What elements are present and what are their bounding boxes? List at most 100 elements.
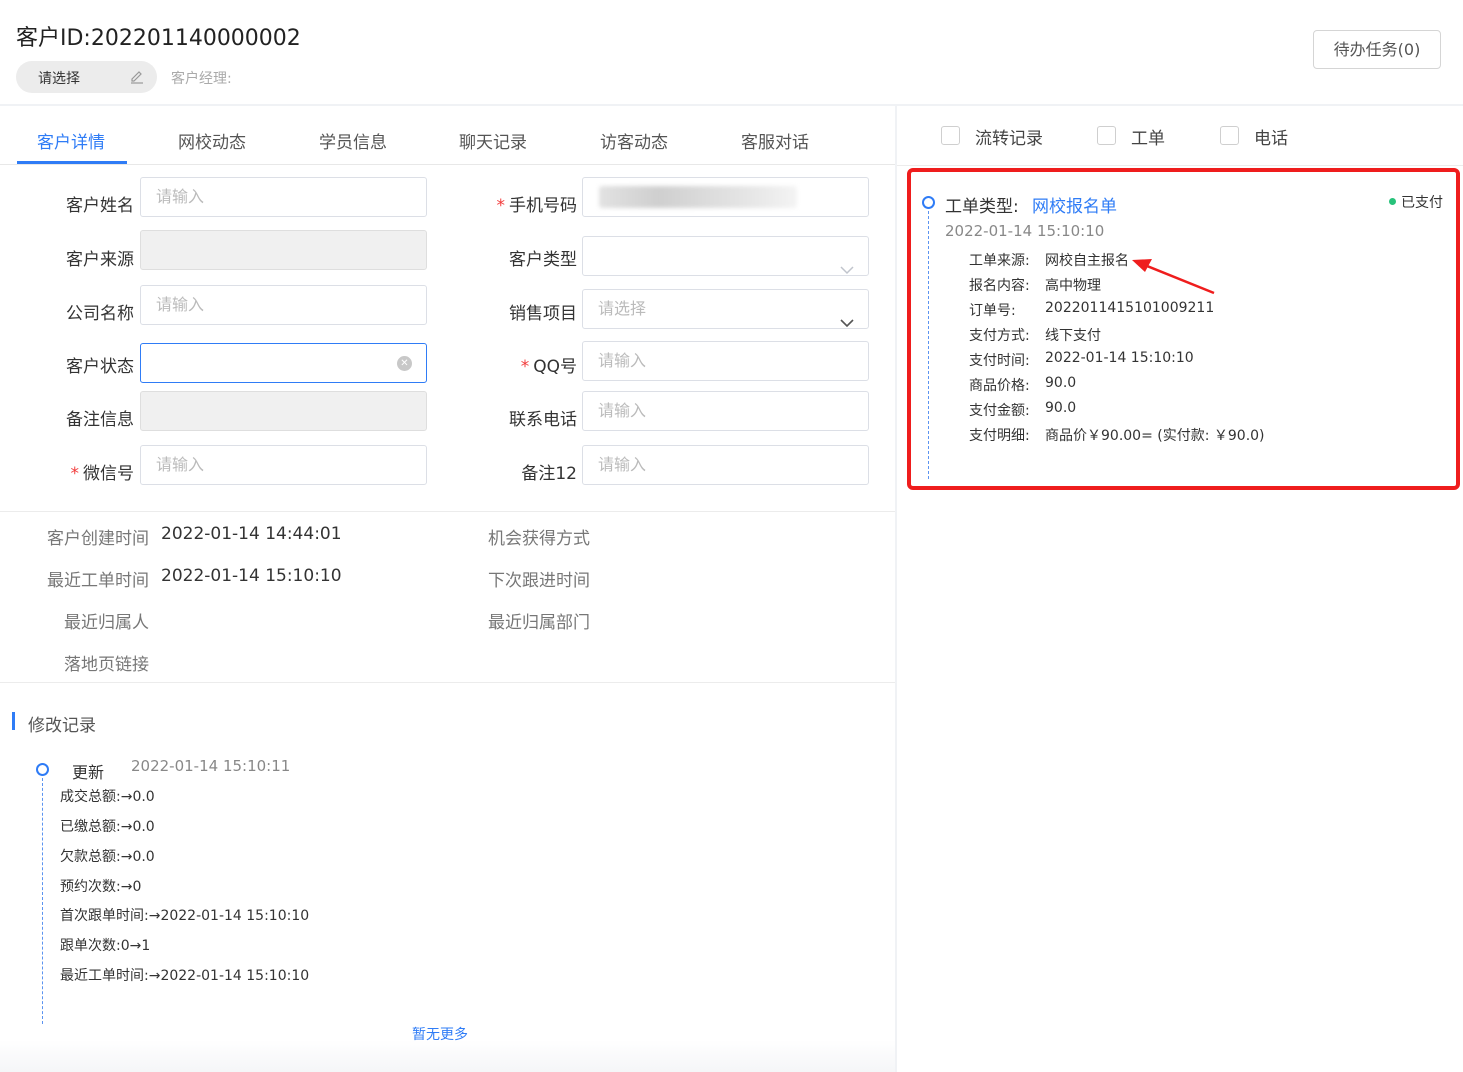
remark12-input[interactable]: 请输入 [582, 445, 869, 485]
form-label-remark12: 备注12 [521, 464, 577, 484]
filter-transfer-label[interactable]: 流转记录 [975, 124, 1043, 149]
detail-key: 支付方式: [969, 328, 1030, 344]
chevron-down-icon [840, 251, 854, 289]
remark-info-input [140, 391, 427, 431]
history-item: 预约次数:→0 [60, 879, 142, 895]
tab-visitor-activity[interactable]: 访客动态 [600, 128, 668, 153]
filter-work-order-checkbox[interactable] [1097, 126, 1116, 145]
phone-input[interactable] [582, 177, 869, 217]
detail-key: 支付金额: [969, 403, 1030, 419]
work-order-type-link[interactable]: 网校报名单 [1032, 192, 1117, 217]
detail-value: 2022011415101009211 [1045, 300, 1215, 316]
history-item: 跟单次数:0→1 [60, 938, 151, 954]
customer-select-pill[interactable]: 请选择 [16, 61, 157, 93]
header-divider [0, 104, 1463, 106]
form-label-phone: * 手机号码 [496, 196, 578, 216]
tab-student-info[interactable]: 学员信息 [319, 128, 387, 153]
form-label-wechat: * 微信号 [70, 464, 135, 484]
history-entry-time: 2022-01-14 15:10:11 [131, 757, 291, 775]
company-name-input[interactable]: 请输入 [140, 285, 427, 325]
opportunity-source-label: 机会获得方式 [488, 529, 590, 549]
contact-phone-input[interactable]: 请输入 [582, 391, 869, 431]
timeline-line [42, 778, 43, 1024]
customer-manager-label: 客户经理: [171, 71, 232, 87]
sales-project-placeholder: 请选择 [598, 299, 647, 318]
next-follow-time-label: 下次跟进时间 [488, 571, 590, 591]
history-item: 最近工单时间:→2022-01-14 15:10:10 [60, 968, 310, 984]
pencil-icon[interactable] [129, 68, 145, 88]
column-divider [895, 104, 897, 1072]
work-order-time: 2022-01-14 15:10:10 [945, 222, 1105, 240]
tab-chat-records[interactable]: 聊天记录 [459, 128, 527, 153]
form-label-name: 客户姓名 [66, 196, 134, 216]
customer-status-input[interactable]: ✕ [140, 343, 427, 383]
no-more-link[interactable]: 暂无更多 [412, 1024, 468, 1044]
tab-customer-detail[interactable]: 客户详情 [37, 128, 105, 153]
history-entry-type: 更新 [72, 763, 105, 782]
customer-id-title: 客户ID:202201140000002 [16, 26, 301, 51]
tab-service-dialog[interactable]: 客服对话 [741, 128, 809, 153]
form-label-company: 公司名称 [66, 304, 134, 324]
detail-value: 线下支付 [1045, 328, 1101, 344]
select-pill-label: 请选择 [38, 71, 80, 87]
detail-key: 商品价格: [969, 378, 1030, 394]
detail-key: 报名内容: [969, 278, 1030, 294]
detail-key: 订单号: [969, 303, 1016, 319]
tab-school-activity[interactable]: 网校动态 [178, 128, 246, 153]
form-divider [0, 511, 895, 512]
info-divider [0, 682, 895, 683]
blurred-phone-value [599, 186, 797, 208]
filter-work-order-label[interactable]: 工单 [1131, 124, 1165, 149]
customer-name-input[interactable]: 请输入 [140, 177, 427, 217]
customer-type-select[interactable] [582, 236, 869, 276]
form-label-sales-project: 销售项目 [509, 304, 577, 324]
work-order-type-label: 工单类型: [945, 197, 1019, 217]
form-label-qq: * QQ号 [520, 357, 577, 377]
clear-icon[interactable]: ✕ [397, 356, 412, 371]
todo-tasks-button[interactable]: 待办任务(0) [1313, 30, 1441, 69]
last-owner-label: 最近归属人 [64, 613, 149, 633]
sales-project-select[interactable]: 请选择 [582, 289, 869, 329]
timeline-dot-icon [36, 763, 49, 776]
form-label-contact-phone: 联系电话 [509, 410, 577, 430]
history-item: 首次跟单时间:→2022-01-14 15:10:10 [60, 908, 310, 924]
last-order-time-label: 最近工单时间 [47, 571, 149, 591]
tab-bar-divider [0, 164, 895, 165]
filter-phone-checkbox[interactable] [1220, 126, 1239, 145]
filter-transfer-checkbox[interactable] [941, 126, 960, 145]
form-label-status: 客户状态 [66, 357, 134, 377]
qq-input[interactable]: 请输入 [582, 341, 869, 381]
detail-key: 支付明细: [969, 428, 1030, 444]
bottom-fade [0, 1040, 895, 1072]
landing-page-label: 落地页链接 [64, 655, 149, 675]
detail-key: 支付时间: [969, 353, 1030, 369]
history-item: 已缴总额:→0.0 [60, 819, 155, 835]
history-title: 修改记录 [28, 716, 96, 736]
history-item: 欠款总额:→0.0 [60, 849, 155, 865]
detail-value: 高中物理 [1045, 278, 1101, 294]
detail-value: 商品价￥90.00= (实付款: ￥90.0) [1045, 428, 1265, 444]
created-time-label: 客户创建时间 [47, 529, 149, 549]
filter-divider [897, 165, 1463, 166]
detail-value: 90.0 [1045, 375, 1077, 391]
created-time-value: 2022-01-14 14:44:01 [161, 524, 342, 544]
form-label-customer-type: 客户类型 [509, 250, 577, 270]
detail-value: 网校自主报名 [1045, 253, 1129, 269]
detail-key: 工单来源: [969, 253, 1030, 269]
chevron-down-icon [840, 304, 854, 342]
filter-phone-label[interactable]: 电话 [1254, 124, 1288, 149]
timeline-dot-icon [922, 196, 935, 209]
customer-source-input [140, 230, 427, 270]
status-dot-icon [1389, 198, 1396, 205]
detail-value: 90.0 [1045, 400, 1077, 416]
status-badge: 已支付 [1401, 195, 1443, 211]
timeline-line [928, 211, 929, 479]
section-marker [12, 712, 15, 730]
form-label-remark: 备注信息 [66, 410, 134, 430]
wechat-input[interactable]: 请输入 [140, 445, 427, 485]
annotation-arrow-icon [1132, 259, 1215, 295]
form-label-source: 客户来源 [66, 250, 134, 270]
last-order-time-value: 2022-01-14 15:10:10 [161, 566, 342, 586]
history-item: 成交总额:→0.0 [60, 789, 155, 805]
last-department-label: 最近归属部门 [488, 613, 590, 633]
